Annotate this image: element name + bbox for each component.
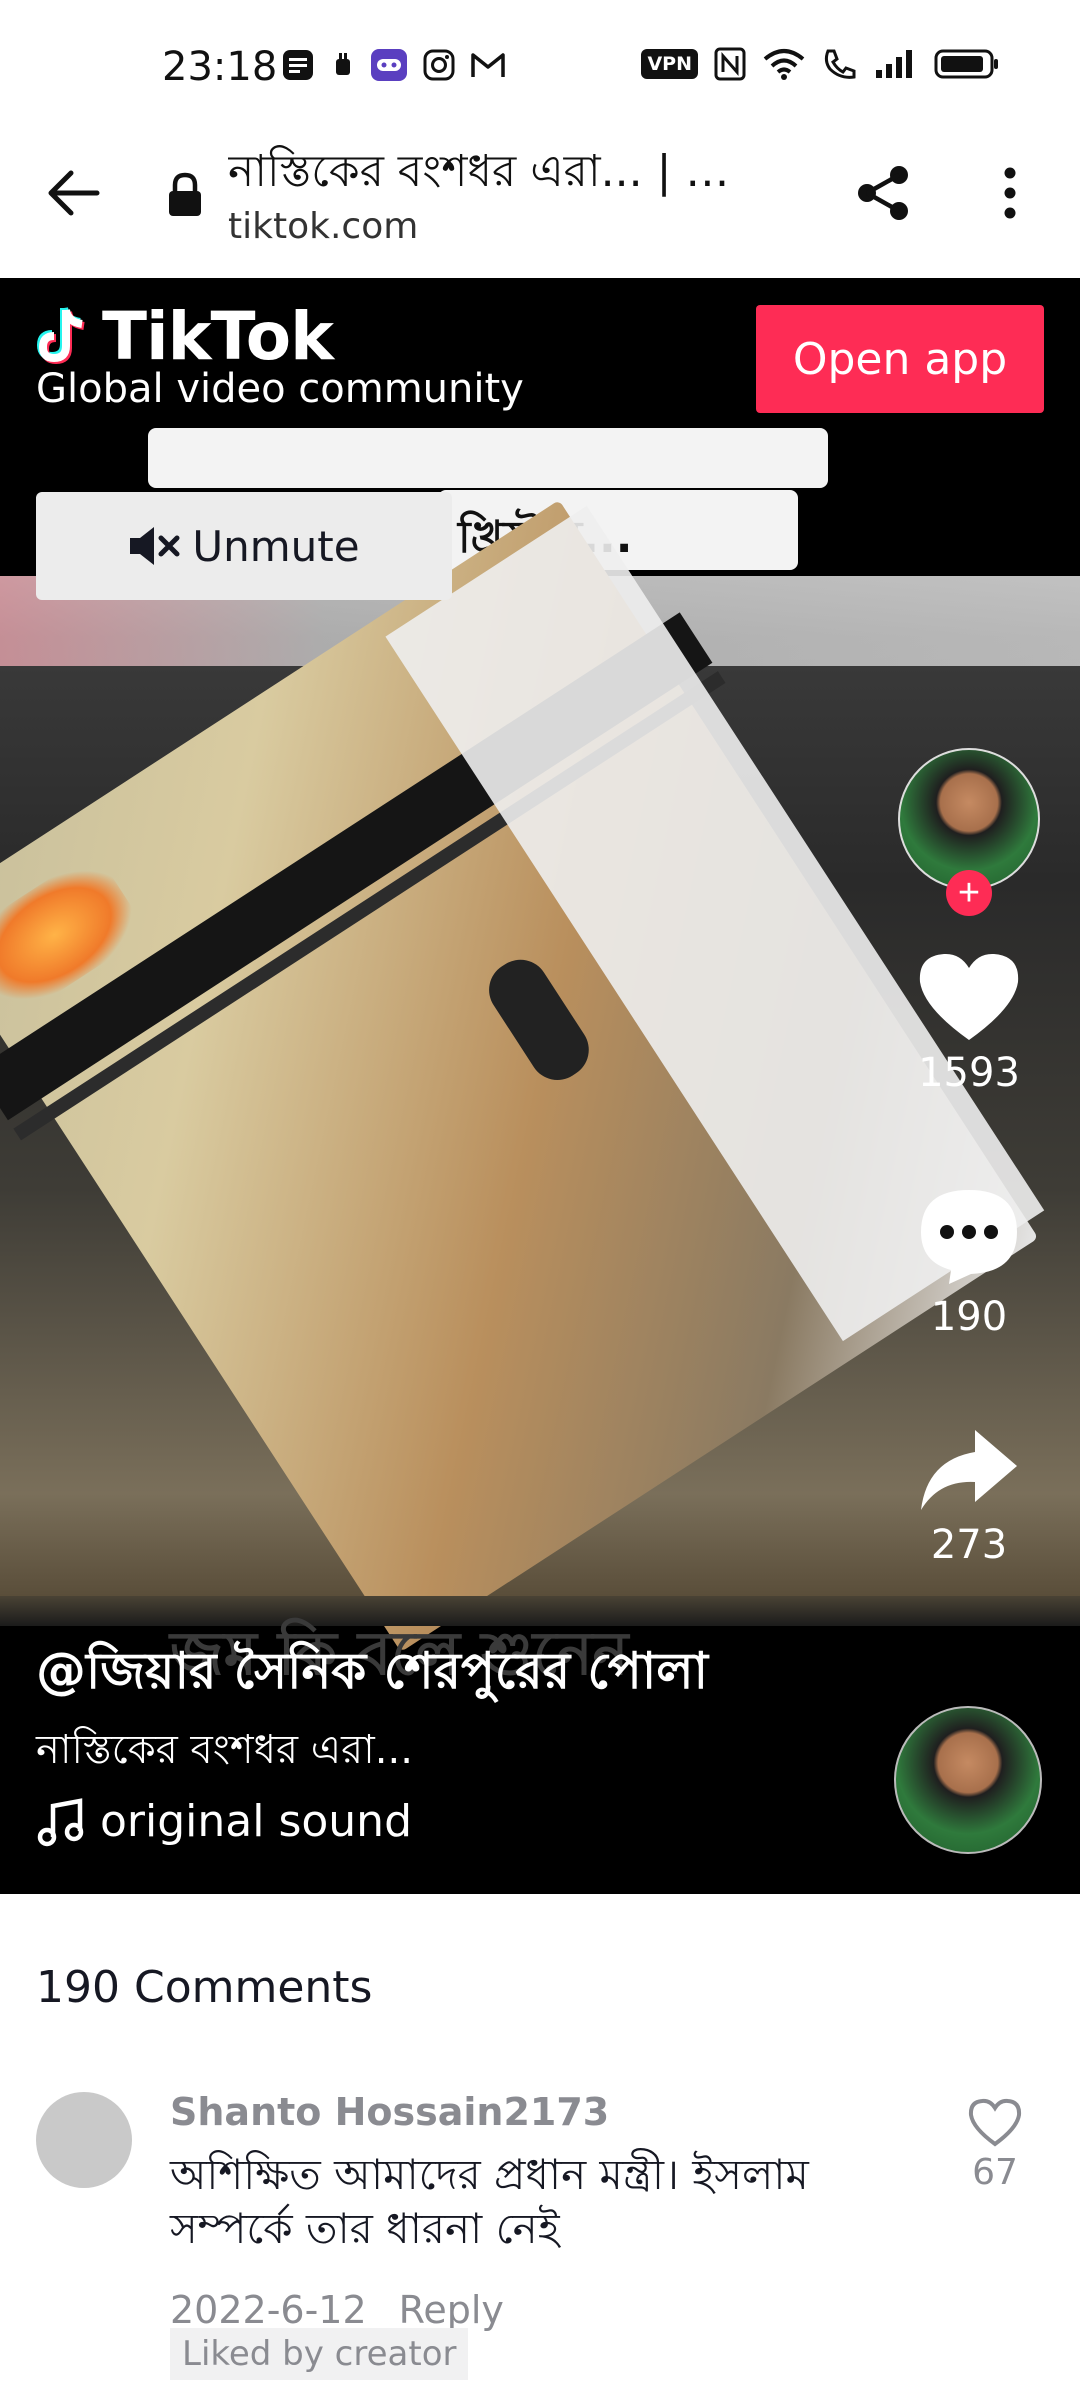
page-url[interactable]: tiktok.com bbox=[228, 206, 418, 247]
comment-button[interactable]: 190 bbox=[898, 1184, 1040, 1340]
video-description: নাস্তিকের বংশধর এরা... bbox=[36, 1727, 413, 1773]
share-icon bbox=[858, 166, 908, 220]
notes-icon bbox=[280, 47, 316, 83]
status-bar: 23:18 VPN bbox=[0, 0, 1080, 130]
tiktok-brand[interactable]: TikTok bbox=[36, 298, 334, 375]
battery-icon bbox=[934, 48, 1000, 80]
muted-speaker-icon bbox=[130, 527, 180, 565]
call-icon bbox=[822, 47, 858, 81]
unmute-button[interactable]: Unmute bbox=[36, 492, 452, 600]
brand-name: TikTok bbox=[102, 298, 334, 375]
music-disc-avatar[interactable] bbox=[894, 1706, 1042, 1854]
lock-icon bbox=[166, 172, 204, 223]
video-player[interactable]: খ্রিস্টান... জম কি বলে শুনেন TikTok Glob… bbox=[0, 278, 1080, 1894]
more-vertical-icon bbox=[1004, 167, 1016, 219]
game-icon bbox=[370, 47, 408, 83]
video-frame-photo bbox=[0, 500, 1045, 1652]
share-arrow-icon bbox=[921, 1430, 1017, 1510]
commenter-avatar[interactable] bbox=[36, 2092, 132, 2188]
sound-label: original sound bbox=[100, 1796, 412, 1847]
comment-like-count: 67 bbox=[972, 2152, 1018, 2193]
open-app-button[interactable]: Open app bbox=[756, 305, 1044, 413]
reply-button[interactable]: Reply bbox=[399, 2288, 504, 2332]
overflow-menu-button[interactable] bbox=[975, 158, 1045, 228]
share-video-button[interactable]: 273 bbox=[898, 1424, 1040, 1568]
like-button[interactable]: 1593 bbox=[898, 948, 1040, 1096]
caption-strip bbox=[148, 428, 828, 488]
notification-icon bbox=[330, 49, 356, 81]
comment-meta: 2022-6-12 Reply bbox=[170, 2288, 504, 2332]
page-title[interactable]: নাস্তিকের বংশধর এরা... | … bbox=[228, 138, 788, 211]
liked-by-creator-badge: Liked by creator bbox=[170, 2328, 469, 2380]
commenter-username[interactable]: Shanto Hossain2173 bbox=[170, 2090, 609, 2134]
status-right-icons: VPN bbox=[641, 47, 1000, 81]
follow-button[interactable]: + bbox=[946, 870, 992, 916]
author-handle[interactable]: @জিয়ার সৈনিক শেরপুরের পোলা bbox=[36, 1634, 708, 1717]
microphone-graphic bbox=[478, 948, 600, 1091]
tiktok-logo-icon bbox=[36, 306, 85, 364]
sound-link[interactable]: original sound bbox=[36, 1796, 412, 1847]
comments-heading: 190 Comments bbox=[36, 1962, 373, 2013]
music-note-icon bbox=[37, 1797, 84, 1846]
browser-toolbar: নাস্তিকের বংশধর এরা... | … tiktok.com bbox=[0, 130, 1080, 403]
status-time: 23:18 bbox=[162, 44, 278, 90]
comment-date: 2022-6-12 bbox=[170, 2288, 367, 2332]
creator-avatar[interactable] bbox=[898, 748, 1040, 890]
unmute-label: Unmute bbox=[192, 521, 360, 571]
comment-like-button[interactable]: 67 bbox=[960, 2098, 1030, 2193]
gmail-icon bbox=[470, 50, 506, 80]
like-count: 1593 bbox=[918, 1050, 1020, 1096]
heart-outline-icon bbox=[968, 2098, 1022, 2147]
share-count: 273 bbox=[930, 1522, 1008, 1568]
heart-icon bbox=[919, 953, 1019, 1040]
status-left-icons bbox=[280, 47, 506, 83]
comment-text: অশিক্ষিত আমাদের প্রধান মন্ত্রী। ইসলাম সম… bbox=[170, 2150, 809, 2253]
back-button[interactable] bbox=[38, 158, 108, 228]
brand-tagline: Global video community bbox=[36, 366, 524, 412]
share-button[interactable] bbox=[848, 158, 918, 228]
comment-item: Shanto Hossain2173 অশিক্ষিত আমাদের প্রধা… bbox=[36, 2090, 1046, 2390]
comment-count: 190 bbox=[930, 1294, 1008, 1340]
signal-icon bbox=[874, 48, 918, 80]
arrow-left-icon bbox=[48, 170, 100, 216]
wifi-icon bbox=[762, 47, 806, 81]
vpn-icon: VPN bbox=[641, 49, 698, 79]
nfc-icon bbox=[714, 47, 746, 81]
comment-icon bbox=[921, 1190, 1017, 1284]
instagram-icon bbox=[422, 48, 456, 82]
